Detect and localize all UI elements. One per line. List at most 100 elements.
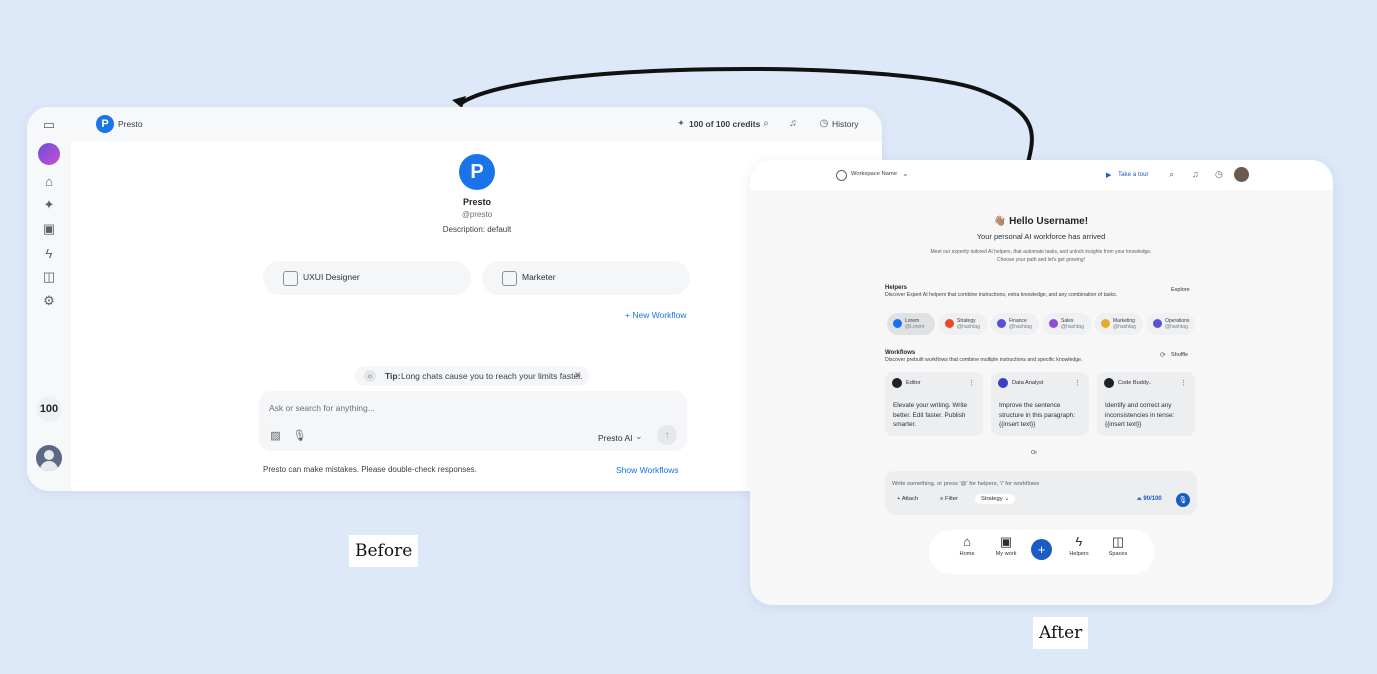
calendar-check-icon[interactable]: ▣ — [39, 219, 59, 239]
credits-counter: ⩕ 90/100 — [1137, 496, 1162, 502]
explore-button[interactable]: Explore — [1171, 287, 1190, 293]
lightning-icon[interactable]: ϟ — [39, 243, 59, 263]
workflow-card[interactable]: Editor ⋮ Elevate your writing. Write bette… — [885, 372, 983, 436]
more-options-icon[interactable]: ⋮ — [1074, 379, 1081, 387]
nav-label: My work — [995, 551, 1017, 557]
workflow-icon — [998, 378, 1008, 388]
gear-icon[interactable]: ⚙ — [39, 291, 59, 311]
helper-icon — [997, 319, 1006, 328]
send-arrow-icon[interactable]: ↑ — [657, 425, 677, 445]
book-icon[interactable]: ◫ — [39, 267, 59, 287]
sidebar-toggle-icon[interactable]: ▭ — [39, 115, 59, 135]
history-icon[interactable]: ◷ — [1215, 169, 1223, 180]
attach-button[interactable]: + Attach — [897, 496, 918, 502]
intro-line-1: Meet our expertly tailored AI helpers, t… — [930, 249, 1152, 255]
workflows-title: Workflows — [885, 350, 916, 356]
workflows-description: Discover prebuilt workflows that combine… — [885, 357, 1083, 363]
greeting-subtitle: Your personal AI workforce has arrived — [976, 232, 1106, 241]
helper-icon — [1049, 319, 1058, 328]
image-icon[interactable]: ▨ — [269, 429, 282, 442]
search-icon[interactable]: ⌕ — [1169, 169, 1174, 180]
chevron-down-icon[interactable]: ⌄ — [902, 169, 909, 178]
prompt-placeholder: Write something, or press '@' for helper… — [892, 481, 1040, 487]
helper-chip[interactable]: Sales @hashtag — [1043, 313, 1091, 335]
strategy-dropdown[interactable]: Strategy ⌄ — [975, 494, 1016, 504]
filter-button[interactable]: ≡ Filter — [940, 496, 958, 502]
profile-handle: @presto — [461, 210, 493, 219]
helpers-description: Discover Expert AI helpers that combine … — [885, 292, 1118, 298]
workflow-name: Code Buddy.. — [1118, 380, 1152, 386]
chat-input-placeholder: Ask or search for anything... — [269, 403, 375, 413]
workflow-name: Editor — [906, 380, 921, 386]
helper-handle: @hashtag — [1009, 324, 1032, 330]
after-label: After — [1033, 617, 1089, 649]
nav-helpers[interactable]: ϟ Helpers — [1059, 534, 1099, 557]
new-workflow-link[interactable]: + New Workflow — [625, 310, 686, 320]
bell-icon[interactable]: ♫ — [787, 117, 799, 129]
add-button[interactable]: + — [1031, 539, 1052, 560]
credit-counter: 100 — [36, 396, 62, 422]
close-icon[interactable]: ✕ — [574, 370, 582, 381]
credits-counter: 100 of 100 credits — [689, 119, 761, 129]
after-window: Workspace Name ⌄ ▶ Take a tour ⌕ ♫ ◷ 👋🏽 … — [750, 160, 1333, 605]
credits-label: 90/100 — [1143, 496, 1162, 502]
tip-label: Tip: — [385, 371, 401, 381]
helper-chip[interactable]: Lorem @Lorem — [887, 313, 935, 335]
nav-spaces[interactable]: ◫ Spaces — [1098, 534, 1138, 557]
prompt-input[interactable]: Write something, or press '@' for helper… — [885, 471, 1197, 515]
workspace-selector[interactable]: Workspace Name — [851, 171, 897, 177]
nav-home[interactable]: ⌂ Home — [947, 534, 987, 557]
workflow-text: Identify and correct any inconsistencies… — [1105, 402, 1175, 428]
model-selector[interactable]: Presto AI — [598, 433, 633, 443]
workspace-avatar[interactable] — [38, 143, 60, 165]
attach-label: Attach — [901, 496, 919, 502]
strategy-label: Strategy — [981, 496, 1003, 502]
nav-label: Spaces — [1108, 551, 1128, 557]
lightbulb-icon: ☼ — [364, 370, 376, 382]
workflow-card[interactable]: Marketer — [482, 261, 690, 295]
helper-icon — [1153, 319, 1162, 328]
history-icon[interactable]: ◷ — [818, 117, 830, 129]
more-options-icon[interactable]: ⋮ — [968, 379, 975, 387]
brand-name: Presto — [118, 119, 143, 129]
workflow-card[interactable]: Data Analyst ⋮ Improve the sentence struct… — [991, 372, 1089, 436]
mic-icon[interactable]: 🎙 — [1176, 493, 1190, 507]
lightning-icon: ϟ — [1075, 534, 1083, 549]
nav-my-work[interactable]: ▣ My work — [986, 534, 1026, 557]
nav-label: Helpers — [1069, 551, 1089, 557]
video-icon: ▶ — [1106, 172, 1112, 179]
workflow-card[interactable]: Code Buddy.. ⋮ Identify and correct any in… — [1097, 372, 1195, 436]
or-divider: Or — [1031, 450, 1038, 456]
user-avatar[interactable] — [1234, 167, 1249, 182]
sparkle-icon[interactable]: ✦ — [39, 195, 59, 215]
helper-icon — [1101, 319, 1110, 328]
show-workflows-link[interactable]: Show Workflows — [616, 465, 679, 475]
helper-chip[interactable]: Strategy @hashtag — [939, 313, 987, 335]
workflow-icon — [1104, 378, 1114, 388]
chevron-down-icon[interactable]: ⌄ — [635, 431, 643, 442]
home-icon[interactable]: ⌂ — [39, 171, 59, 191]
bell-icon[interactable]: ♫ — [1192, 169, 1199, 179]
mic-icon[interactable]: 🎙 — [293, 429, 307, 442]
user-avatar[interactable] — [36, 445, 62, 471]
history-button[interactable]: History — [832, 119, 858, 129]
presto-logo: P — [96, 115, 114, 133]
intro-line-2: Choose your path and let's get growing! — [997, 257, 1085, 263]
workflow-text: Elevate your writing. Write better. Edit… — [893, 402, 968, 428]
chat-input[interactable]: Ask or search for anything... ▨ 🎙 Presto… — [259, 391, 687, 451]
more-options-icon[interactable]: ⋮ — [1180, 379, 1187, 387]
workflow-card[interactable]: UXUI Designer — [263, 261, 471, 295]
shuffle-icon[interactable]: ⟳ — [1160, 351, 1166, 359]
helper-chip[interactable]: Operations @hashtag — [1147, 313, 1195, 335]
take-tour-button[interactable]: Take a tour — [1118, 171, 1149, 178]
helper-chip[interactable]: Finance @hashtag — [991, 313, 1039, 335]
workflow-text: Improve the sentence structure in this p… — [999, 402, 1076, 428]
workflow-icon — [283, 271, 298, 286]
search-icon[interactable]: ⌕ — [760, 117, 772, 129]
helper-chip[interactable]: Marketing @hashtag — [1095, 313, 1143, 335]
tip-text: Long chats cause you to reach your limit… — [401, 371, 583, 381]
workflow-label: UXUI Designer — [303, 272, 360, 282]
home-icon: ⌂ — [963, 534, 971, 549]
greeting: 👋🏽 Hello Username! — [993, 216, 1089, 227]
shuffle-button[interactable]: Shuffle — [1171, 352, 1188, 358]
